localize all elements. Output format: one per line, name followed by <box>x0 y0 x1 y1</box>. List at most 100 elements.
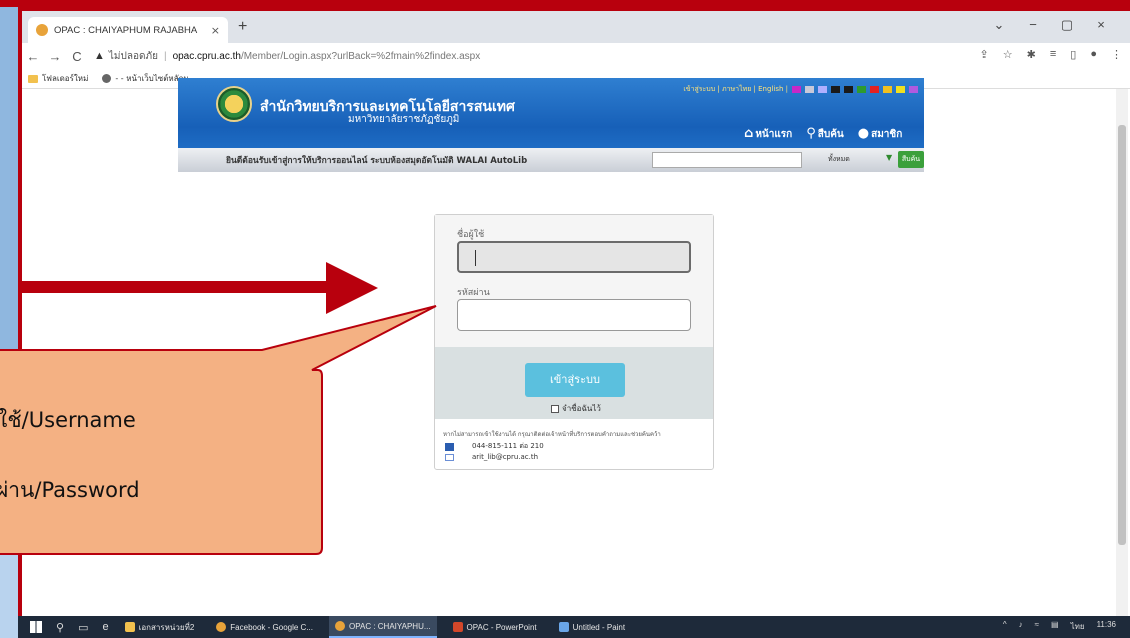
welcome-text: ยินดีต้อนรับเข้าสู่การให้บริการออนไลน์ ร… <box>226 156 528 166</box>
star-icon[interactable]: ☆ <box>1003 48 1013 61</box>
nav-member[interactable]: ● สมาชิก <box>858 126 903 142</box>
new-tab-button[interactable]: + <box>238 18 247 36</box>
taskbar-item-explorer[interactable]: เอกสารหน่วยที่2 <box>119 616 201 638</box>
input-language[interactable]: ไทย <box>1071 620 1085 633</box>
site-subtitle: มหาวิทยาลัยราชภัฏชัยภูมิ <box>348 114 460 125</box>
theme-swatch[interactable] <box>818 86 827 93</box>
taskbar-label: OPAC - PowerPoint <box>466 622 537 632</box>
theme-swatch[interactable] <box>909 86 918 93</box>
language-bar: เข้าสู่ระบบ | ภาษาไทย | English | <box>683 84 918 95</box>
tab-opac[interactable]: OPAC : CHAIYAPHUM RAJABHA × <box>28 17 228 43</box>
username-input[interactable] <box>457 241 691 273</box>
paint-icon <box>558 622 569 632</box>
url-field[interactable]: ▲ ไม่ปลอดภัย | opac.cpru.ac.th /Member/L… <box>94 49 480 64</box>
address-bar-row: ← → C ▲ ไม่ปลอดภัย | opac.cpru.ac.th /Me… <box>22 43 1130 69</box>
maximize-button[interactable]: ▢ <box>1050 17 1084 33</box>
tab-strip: OPAC : CHAIYAPHUM RAJABHA × + ⌄ − ▢ × <box>22 11 1130 43</box>
taskbar-item-chrome-opac[interactable]: OPAC : CHAIYAPHU... <box>329 616 437 638</box>
toolbar-icons: ⇪ ☆ ✱ ≡ ▯ ● ⋮ <box>980 48 1122 61</box>
username-label: ชื่อผู้ใช้ <box>457 230 485 240</box>
task-view-icon[interactable]: ▭ <box>78 621 88 634</box>
tab-title: OPAC : CHAIYAPHUM RAJABHA <box>54 24 198 36</box>
clock[interactable]: 11:36 <box>1097 620 1116 633</box>
callout-username-text: ชื่อผู้ใช้/Username <box>0 408 136 432</box>
sidepanel-icon[interactable]: ▯ <box>1070 48 1076 61</box>
login-button[interactable]: เข้าสู่ระบบ <box>525 363 625 397</box>
remember-label: จำชื่อฉันไว้ <box>562 404 601 413</box>
password-input[interactable] <box>457 299 691 331</box>
share-icon[interactable]: ⇪ <box>980 48 989 61</box>
remember-checkbox[interactable] <box>551 404 559 413</box>
nav-search-label: สืบค้น <box>817 129 844 140</box>
site-header: สำนักวิทยบริการและเทคโนโลยีสารสนเทศ มหาว… <box>178 78 924 148</box>
profile-icon[interactable]: ● <box>1090 48 1097 61</box>
window-controls: ⌄ − ▢ × <box>982 17 1118 33</box>
site-subbar: ยินดีต้อนรับเข้าสู่การให้บริการออนไลน์ ร… <box>178 148 924 172</box>
language-links[interactable]: เข้าสู่ระบบ | ภาษาไทย | English | <box>683 84 788 95</box>
system-tray: ^ ♪ ≈ ▤ ไทย 11:36 <box>1003 620 1116 633</box>
powerpoint-icon <box>452 622 463 632</box>
site-search-input[interactable] <box>652 152 802 168</box>
notification-icon[interactable]: ▤ <box>1051 620 1059 633</box>
search-icon[interactable]: ⚲ <box>56 621 64 634</box>
globe-icon <box>102 74 112 83</box>
callout-password-text: รหัสผ่าน/Password <box>0 478 140 502</box>
email-address: arit_lib@cpru.ac.th <box>472 453 539 461</box>
folder-icon <box>124 622 135 632</box>
search-scope-select[interactable]: ทั้งหมด <box>828 154 850 165</box>
theme-swatch[interactable] <box>844 86 853 93</box>
phone-number: 044-815-111 ต่อ 210 <box>472 442 544 450</box>
theme-swatch[interactable] <box>896 86 905 93</box>
windows-start-icon[interactable] <box>30 621 42 633</box>
url-host: opac.cpru.ac.th <box>172 50 241 62</box>
page-scrollbar[interactable] <box>1116 89 1128 619</box>
folder-icon <box>28 74 38 83</box>
remember-me[interactable]: จำชื่อฉันไว้ <box>551 402 601 415</box>
taskbar-item-paint[interactable]: Untitled - Paint <box>553 616 633 638</box>
scrollbar-thumb[interactable] <box>1118 125 1126 545</box>
reading-list-icon[interactable]: ≡ <box>1050 48 1056 61</box>
theme-swatch[interactable] <box>805 86 814 93</box>
nav-search[interactable]: ⚲ สืบค้น <box>806 126 844 142</box>
search-icon: ⚲ <box>806 126 816 141</box>
theme-swatch[interactable] <box>792 86 801 93</box>
edge-icon[interactable]: e <box>102 621 108 633</box>
university-logo-icon <box>216 86 252 122</box>
url-separator: | <box>163 50 167 62</box>
taskbar-item-chrome-facebook[interactable]: Facebook - Google C... <box>210 616 319 638</box>
taskbar-label: Untitled - Paint <box>572 622 626 632</box>
theme-swatch[interactable] <box>857 86 866 93</box>
taskbar-label: เอกสารหน่วยที่2 <box>138 622 195 632</box>
taskbar-label: OPAC : CHAIYAPHU... <box>349 621 431 631</box>
bookmark-label: โฟลเดอร์ใหม่ <box>42 74 89 83</box>
minimize-button[interactable]: − <box>1016 17 1050 33</box>
url-path: /Member/Login.aspx?urlBack=%2fmain%2find… <box>240 50 481 62</box>
menu-icon[interactable]: ⋮ <box>1111 48 1122 61</box>
volume-icon[interactable]: ♪ <box>1019 620 1023 633</box>
reload-button[interactable]: C <box>66 49 88 64</box>
forward-button[interactable]: → <box>44 49 66 64</box>
tray-chevron-icon[interactable]: ^ <box>1003 620 1007 633</box>
close-window-button[interactable]: × <box>1084 17 1118 33</box>
bookmark-folder[interactable]: โฟลเดอร์ใหม่ <box>28 72 88 85</box>
chrome-icon <box>335 621 346 631</box>
nav-home[interactable]: ⌂ หน้าแรก <box>744 126 792 142</box>
close-tab-icon[interactable]: × <box>211 24 220 37</box>
chrome-icon <box>216 622 227 632</box>
theme-swatch[interactable] <box>870 86 879 93</box>
annotation-arrow <box>18 281 330 293</box>
back-button[interactable]: ← <box>22 49 44 64</box>
site-search-button[interactable]: สืบค้น <box>898 151 924 168</box>
contact-email: arit_lib@cpru.ac.th <box>445 453 538 461</box>
theme-swatch[interactable] <box>831 86 840 93</box>
nav-member-label: สมาชิก <box>871 129 903 140</box>
red-frame-top <box>0 0 1130 7</box>
login-panel: ชื่อผู้ใช้ รหัสผ่าน เข้าสู่ระบบ จำชื่อฉั… <box>434 214 714 470</box>
extension-icon[interactable]: ✱ <box>1027 48 1036 61</box>
tab-search-icon[interactable]: ⌄ <box>982 17 1016 33</box>
theme-swatch[interactable] <box>883 86 892 93</box>
taskbar-label: Facebook - Google C... <box>230 622 314 632</box>
chevron-down-icon[interactable]: ▼ <box>886 153 892 162</box>
taskbar-item-powerpoint[interactable]: OPAC - PowerPoint <box>447 616 543 638</box>
network-icon[interactable]: ≈ <box>1035 620 1039 633</box>
